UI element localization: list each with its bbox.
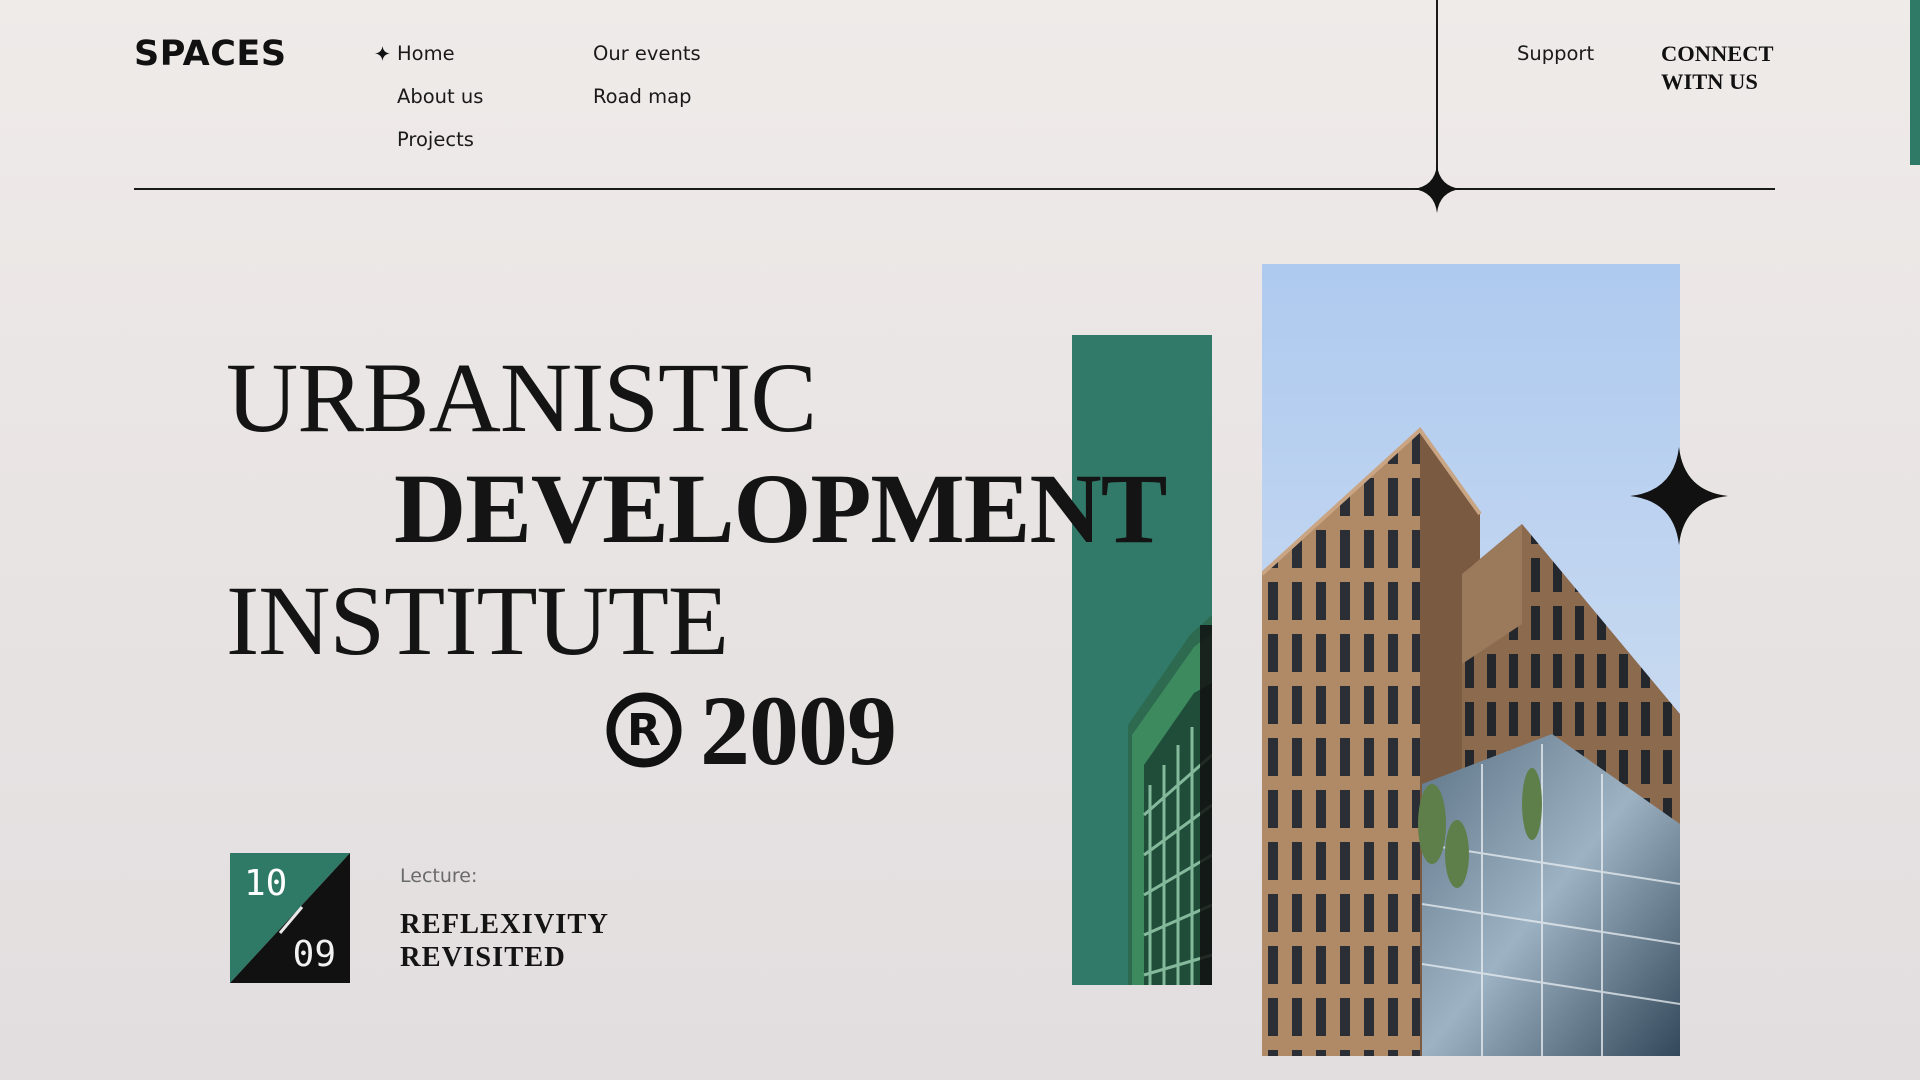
date-badge[interactable]: 10 09 [230, 853, 350, 983]
nav-our-events[interactable]: Our events [593, 42, 701, 65]
active-star-icon [375, 46, 390, 61]
building-detail-image [1128, 615, 1212, 985]
date-day: 10 [244, 863, 288, 904]
hero-year: 2009 [700, 675, 897, 786]
building-photo [1262, 264, 1680, 1056]
nav-road-map[interactable]: Road map [593, 85, 691, 108]
logo[interactable]: SPACES [134, 34, 287, 74]
hero-line-institute: INSTITUTE [226, 565, 729, 676]
four-point-star-icon [1630, 447, 1728, 545]
green-accent-panel [1072, 335, 1212, 985]
nav-projects[interactable]: Projects [397, 128, 474, 151]
four-point-star-icon [1413, 165, 1461, 213]
support-link[interactable]: Support [1517, 42, 1594, 65]
scroll-indicator[interactable] [1910, 0, 1920, 165]
hero-line-urbanistic: URBANISTIC [226, 342, 817, 453]
lecture-title[interactable]: REFLEXIVITY REVISITED [400, 908, 660, 974]
hero-line-development: DEVELOPMENT [394, 453, 1167, 564]
svg-text:R: R [627, 705, 661, 756]
lecture-label: Lecture: [400, 865, 478, 887]
nav-home[interactable]: Home [397, 42, 455, 65]
connect-with-us-button[interactable]: CONNECT WITN US [1661, 40, 1801, 96]
nav-about-us[interactable]: About us [397, 85, 483, 108]
header-horizontal-divider [134, 188, 1775, 190]
header-vertical-divider [1436, 0, 1438, 192]
date-month: 09 [292, 934, 336, 975]
registered-icon: R [606, 692, 682, 768]
